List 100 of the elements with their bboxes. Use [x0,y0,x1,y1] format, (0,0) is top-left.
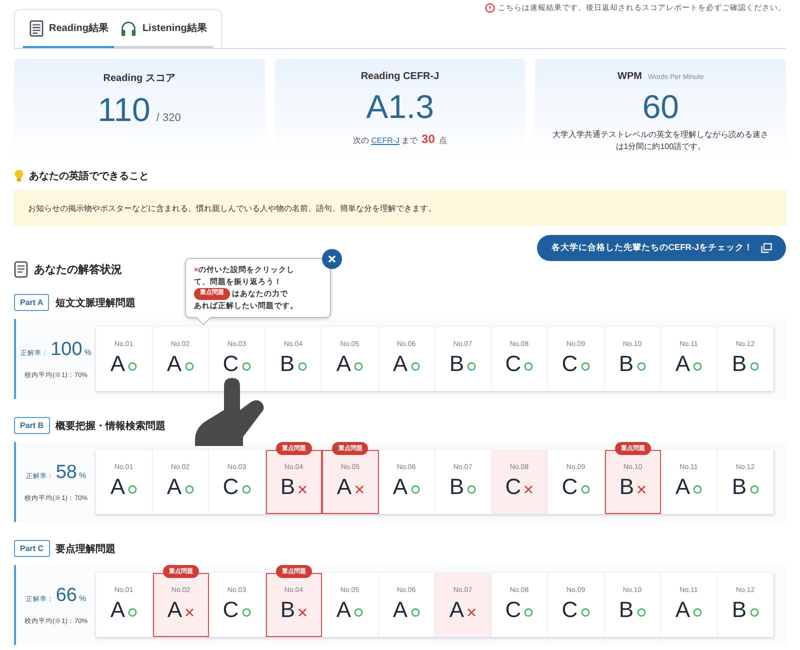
circle-icon [354,362,364,371]
answer-letter: A [336,351,352,377]
circle-icon [636,608,646,617]
answer-letter: A [110,474,126,500]
cefr-link[interactable]: CEFR-J [371,136,400,145]
cross-icon [298,485,308,494]
answer-letter: A [392,474,408,500]
answer-letter: A [167,597,182,623]
result-tab[interactable]: Listening結果 [114,10,213,48]
accuracy-value: 66 [56,584,77,606]
answer-letter: C [562,351,578,377]
cross-icon [298,608,308,617]
result-tab[interactable]: Reading結果 [23,10,114,48]
answer-letter: B [732,474,747,500]
circle-icon [750,485,759,494]
circle-icon [750,362,759,371]
part-label: Part A [14,294,50,311]
card-title: WPM [618,71,642,82]
answer-letter: B [619,474,634,500]
accuracy-value: 58 [56,462,77,484]
answer-letter: C [222,474,239,500]
answer-letter: C [505,474,522,500]
answer-letter: C [505,351,522,377]
points-value: 30 [422,132,435,146]
circle-icon [693,608,702,617]
answer-letter: C [222,597,239,623]
senior-cefr-button[interactable]: 各大学に合格した先輩たちのCEFR-Jをチェック！ [537,235,786,261]
accuracy-unit: % [84,348,92,356]
accuracy-value: 100 [50,338,82,360]
answer-letter: B [449,474,464,500]
answer-letter: A [392,351,408,377]
answer-letter: A [675,474,690,500]
circle-icon [184,485,194,494]
circle-icon [524,608,534,617]
circle-icon [128,485,138,494]
circle-icon [693,362,702,371]
headphones-icon [120,20,138,36]
cross-icon [467,608,476,617]
circle-icon [242,608,251,617]
cefr-value: A1.3 [366,88,434,126]
answer-letter: C [222,351,239,377]
answer-letter: A [110,351,126,377]
circle-icon [184,362,194,371]
circle-icon [580,362,590,371]
section-heading: あなたの解答状況 [34,262,122,277]
part-title: 短文文脈理解問題 [55,296,136,310]
accuracy-unit: % [79,470,86,480]
circle-icon [580,485,590,494]
document-icon [29,20,44,36]
score-total: / 320 [156,112,181,124]
circle-icon [128,608,138,617]
cross-icon [354,485,364,494]
cross-icon [637,485,646,494]
answer-letter: B [618,351,634,377]
answer-letter: A [392,597,408,623]
answer-letter: C [562,597,578,623]
answer-letter: A [166,351,182,377]
part-label: Part B [14,417,50,434]
section-heading: あなたの英語でできること [29,170,149,183]
part-title: 要点理解問題 [56,542,116,556]
circle-icon [524,362,534,371]
circle-icon [242,362,251,371]
wpm-description: 大学入学共通テストレベルの英文を理解しながら読める速さは1分間に約100語です。 [552,129,770,153]
answer-letter: C [505,597,522,623]
note-text: 点 [438,135,447,146]
circle-icon [467,362,476,371]
circle-icon [128,362,138,371]
circle-icon [636,362,646,371]
circle-icon [467,485,476,494]
answer-letter: A [336,597,352,623]
score-value: 110 [98,91,150,129]
answer-letter: B [280,597,296,623]
close-button[interactable] [322,249,342,269]
part-title: 概要把握・情報検索問題 [56,420,166,432]
answer-letter: B [618,597,634,623]
circle-icon [693,485,702,494]
circle-icon [410,362,420,371]
answer-letter: A [675,597,690,623]
answer-letter: B [280,351,295,377]
accuracy-unit: % [79,594,86,602]
answer-letter: A [166,474,182,500]
note-text: 次の [353,135,370,146]
answer-letter: B [449,351,464,377]
answer-letter: B [732,351,747,377]
alert-icon [485,3,495,13]
circle-icon [410,485,420,494]
circle-icon [750,608,759,617]
answer-letter: A [336,474,352,500]
document-icon [14,261,28,278]
cross-icon [185,608,194,617]
close-icon [327,254,337,264]
circle-icon [410,608,420,617]
circle-icon [242,485,251,494]
note-text: まで [402,135,418,146]
external-window-icon [761,243,772,253]
answer-letter: A [675,351,690,377]
circle-icon [298,362,307,371]
cross-icon [524,485,534,494]
answer-letter: B [280,474,296,500]
answer-letter: A [110,597,126,623]
